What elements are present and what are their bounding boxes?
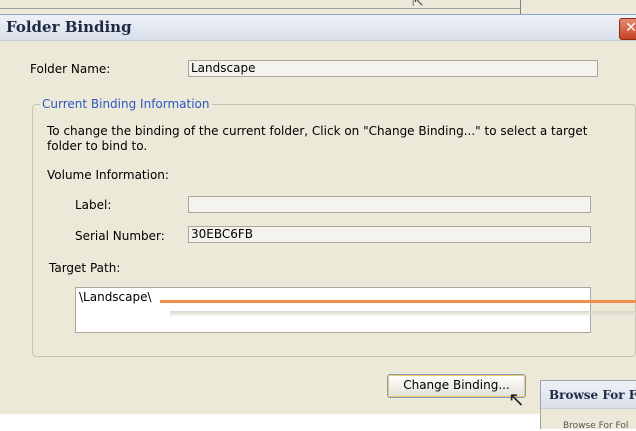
browse-dialog-subtitle: Browse For Fol bbox=[563, 421, 629, 431]
annotation-line bbox=[160, 300, 636, 303]
annotation-shadow bbox=[170, 311, 636, 317]
background-divider bbox=[0, 8, 520, 9]
close-icon[interactable]: ✕ bbox=[619, 18, 636, 40]
folder-binding-dialog: Folder Binding ✕ Folder Name: Landscape … bbox=[0, 14, 636, 431]
dialog-title: Folder Binding bbox=[6, 18, 132, 36]
browse-for-folder-dialog: Browse For Fo Browse For Fol bbox=[540, 380, 636, 431]
label-field[interactable] bbox=[188, 196, 591, 213]
serial-number-field[interactable]: 30EBC6FB bbox=[188, 226, 591, 243]
background-separator bbox=[520, 0, 521, 14]
arrow-pointer-icon: ⇱ bbox=[412, 0, 424, 10]
binding-group-title: Current Binding Information bbox=[40, 97, 212, 111]
change-binding-button[interactable]: Change Binding... bbox=[387, 374, 526, 398]
target-path-value: \Landscape\ bbox=[79, 290, 152, 304]
background-window-strip: ⇱ bbox=[0, 0, 636, 14]
binding-instructions: To change the binding of the current fol… bbox=[47, 124, 588, 138]
volume-info-label: Volume Information: bbox=[47, 168, 169, 182]
target-path-label: Target Path: bbox=[49, 261, 121, 275]
serial-number-label: Serial Number: bbox=[75, 229, 165, 243]
target-path-field[interactable]: \Landscape\ bbox=[75, 287, 591, 333]
folder-name-field[interactable]: Landscape bbox=[188, 60, 598, 77]
arrow-pointer-icon: ↖ bbox=[508, 387, 525, 411]
dialog-titlebar: Folder Binding ✕ bbox=[0, 15, 636, 41]
label-label: Label: bbox=[75, 198, 112, 212]
browse-dialog-title: Browse For Fo bbox=[541, 381, 636, 409]
folder-name-label: Folder Name: bbox=[30, 62, 111, 76]
binding-instructions-line2: folder to bind to. bbox=[47, 139, 148, 153]
